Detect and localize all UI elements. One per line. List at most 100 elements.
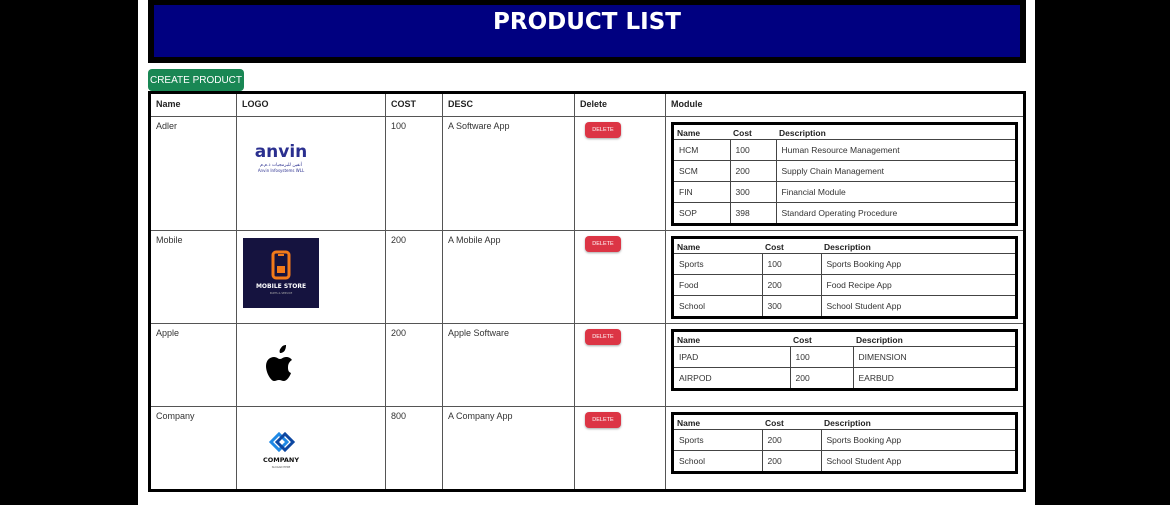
module-row: HCM 100 Human Resource Management [672, 139, 1017, 161]
product-cost: 200 [385, 230, 443, 324]
delete-button[interactable]: DELETE [585, 236, 621, 252]
anvin-logo-brand: anvin [255, 142, 308, 162]
module-name: Sports [672, 429, 763, 451]
product-desc: A Mobile App [442, 230, 575, 324]
mobile-store-logo-icon: MOBILE STORE PARTS & SERVICE [242, 237, 320, 309]
module-row: School 200 School Student App [672, 450, 1017, 473]
product-logo-cell: COMPANY SLOGAN HERE [236, 406, 386, 491]
product-table: Name LOGO COST DESC Delete Module Adler … [148, 91, 1026, 492]
product-delete-cell: DELETE [574, 116, 666, 231]
module-cost: 200 [729, 160, 777, 182]
module-row: Sports 200 Sports Booking App [672, 429, 1017, 451]
module-header-name: Name [672, 237, 762, 254]
module-cost: 100 [761, 253, 822, 275]
module-description: Sports Booking App [820, 253, 1017, 275]
module-header-cost: Cost [730, 123, 776, 140]
module-header-description: Description [776, 123, 1017, 140]
header-banner-inner: PRODUCT LIST [154, 5, 1020, 57]
module-table: Name Cost Description HCM 100 Human Reso… [671, 122, 1018, 226]
product-desc: Apple Software [442, 323, 575, 407]
module-row: SOP 398 Standard Operating Procedure [672, 202, 1017, 225]
product-delete-cell: DELETE [574, 406, 666, 491]
module-row: School 300 School Student App [672, 295, 1017, 318]
module-description: Sports Booking App [820, 429, 1017, 451]
module-row: FIN 300 Financial Module [672, 181, 1017, 203]
header-cost: COST [385, 92, 443, 117]
product-logo-cell: MOBILE STORE PARTS & SERVICE [236, 230, 386, 324]
module-header-name: Name [672, 123, 730, 140]
module-table: Name Cost Description Sports 100 Sports … [671, 236, 1018, 319]
header-name: Name [149, 92, 237, 117]
mobile-logo-tagline: PARTS & SERVICE [270, 291, 293, 295]
product-delete-cell: DELETE [574, 323, 666, 407]
page: PRODUCT LIST CREATE PRODUCT Name LOGO CO… [138, 0, 1035, 505]
anvin-logo-tagline: Anvin Infosystems WLL [258, 168, 305, 173]
create-product-button[interactable]: CREATE PRODUCT [148, 69, 244, 91]
module-name: IPAD [672, 346, 791, 368]
anvin-logo-arabic: أنفين للبرمجيات ذ.م.م [260, 161, 302, 168]
module-header-row: Name Cost Description [672, 413, 1017, 430]
module-header-name: Name [672, 413, 762, 430]
table-row: Apple 200 Apple Software DELETE Name Cos… [149, 323, 1025, 407]
product-logo-cell [236, 323, 386, 407]
product-cost: 800 [385, 406, 443, 491]
module-row: SCM 200 Supply Chain Management [672, 160, 1017, 182]
module-name: School [672, 450, 763, 473]
delete-button[interactable]: DELETE [585, 122, 621, 138]
apple-logo-icon [242, 330, 320, 402]
delete-button[interactable]: DELETE [585, 412, 621, 428]
product-modules-cell: Name Cost Description Sports 100 Sports … [665, 230, 1025, 324]
module-description: Financial Module [775, 181, 1017, 203]
product-delete-cell: DELETE [574, 230, 666, 324]
module-name: School [672, 295, 763, 318]
header-logo: LOGO [236, 92, 386, 117]
table-header-row: Name LOGO COST DESC Delete Module [149, 92, 1025, 117]
module-description: Food Recipe App [820, 274, 1017, 296]
product-name: Apple [149, 323, 237, 407]
product-name: Company [149, 406, 237, 491]
module-header-row: Name Cost Description [672, 330, 1017, 347]
product-modules-cell: Name Cost Description HCM 100 Human Reso… [665, 116, 1025, 231]
table-row: Adler anvin أنفين للبرمجيات ذ.م.م Anvin … [149, 116, 1025, 231]
module-header-cost: Cost [762, 413, 821, 430]
table-row: Mobile MOBILE STORE PARTS & SERVICE 200 … [149, 230, 1025, 324]
product-logo-cell: anvin أنفين للبرمجيات ذ.م.م Anvin Infosy… [236, 116, 386, 231]
module-description: Supply Chain Management [775, 160, 1017, 182]
module-description: DIMENSION [852, 346, 1017, 368]
module-header-description: Description [853, 330, 1017, 347]
module-cost: 100 [789, 346, 854, 368]
module-cost: 200 [789, 367, 854, 390]
module-cost: 200 [761, 429, 822, 451]
mobile-logo-brand: MOBILE STORE [256, 283, 306, 290]
module-header-description: Description [821, 413, 1017, 430]
module-name: Sports [672, 253, 763, 275]
module-cost: 300 [729, 181, 777, 203]
module-cost: 300 [761, 295, 822, 318]
module-description: Standard Operating Procedure [775, 202, 1017, 225]
module-description: School Student App [820, 295, 1017, 318]
table-row: Company COMPANY SLOGAN HERE 800 A Compan… [149, 406, 1025, 491]
module-name: Food [672, 274, 763, 296]
delete-button[interactable]: DELETE [585, 329, 621, 345]
company-logo-brand: COMPANY [263, 456, 299, 464]
product-desc: A Company App [442, 406, 575, 491]
module-name: FIN [672, 181, 731, 203]
header-desc: DESC [442, 92, 575, 117]
company-logo-icon: COMPANY SLOGAN HERE [242, 413, 320, 485]
anvin-logo-icon: anvin أنفين للبرمجيات ذ.م.م Anvin Infosy… [242, 123, 320, 195]
module-name: SOP [672, 202, 731, 225]
header-delete: Delete [574, 92, 666, 117]
company-logo-tagline: SLOGAN HERE [272, 465, 291, 469]
module-cost: 200 [761, 274, 822, 296]
product-cost: 200 [385, 323, 443, 407]
module-row: Food 200 Food Recipe App [672, 274, 1017, 296]
page-title: PRODUCT LIST [493, 9, 681, 35]
module-name: AIRPOD [672, 367, 791, 390]
product-cost: 100 [385, 116, 443, 231]
module-header-row: Name Cost Description [672, 123, 1017, 140]
module-row: AIRPOD 200 EARBUD [672, 367, 1017, 390]
product-desc: A Software App [442, 116, 575, 231]
module-row: Sports 100 Sports Booking App [672, 253, 1017, 275]
module-cost: 398 [729, 202, 777, 225]
module-header-description: Description [821, 237, 1017, 254]
